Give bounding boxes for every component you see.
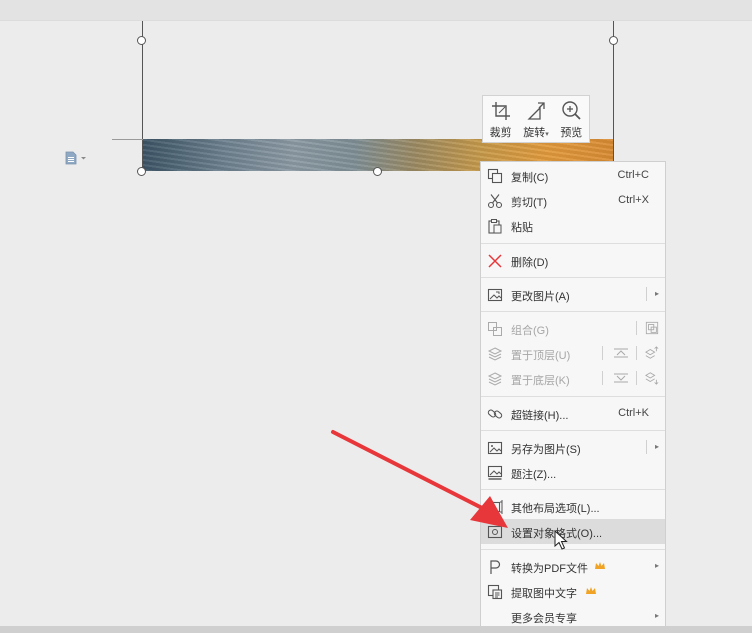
menu-separator	[481, 549, 665, 550]
anchor-line	[112, 139, 143, 140]
menu-item-divider	[636, 346, 637, 360]
menu-item-bring-to-front: 置于顶层(U)	[481, 341, 665, 366]
menu-shortcut: Ctrl+C	[617, 169, 649, 181]
bring-top-icon	[645, 346, 659, 359]
menu-item-other-layout[interactable]: 其他布局选项(L)...	[481, 494, 665, 519]
menu-separator	[481, 277, 665, 278]
menu-label: 转换为PDF文件	[511, 563, 588, 575]
picture-mini-toolbar: 裁剪 旋转▾ 预览	[482, 95, 590, 143]
save-picture-icon	[487, 441, 503, 455]
format-object-icon	[487, 525, 503, 539]
menu-item-save-as-picture[interactable]: 另存为图片(S) ▸	[481, 435, 665, 460]
menu-item-divider	[602, 371, 603, 385]
menu-label: 超链接(H)...	[511, 410, 569, 422]
menu-item-paste[interactable]: 粘贴	[481, 213, 665, 238]
rotate-caret-icon: ▾	[545, 131, 549, 138]
menu-shortcut: Ctrl+X	[618, 194, 649, 206]
submenu-arrow-icon: ▸	[654, 561, 659, 570]
window-bottom-bar	[0, 626, 752, 633]
menu-label: 置于顶层(U)	[511, 350, 571, 362]
zoom-in-icon	[562, 101, 581, 120]
menu-item-divider	[646, 287, 647, 301]
window-top-bar	[0, 0, 752, 21]
resize-handle-top-right[interactable]	[609, 36, 618, 45]
layers-down-icon	[487, 372, 503, 386]
document-icon[interactable]	[64, 151, 88, 165]
menu-item-divider	[636, 321, 637, 335]
menu-label: 更多会员专享	[511, 613, 577, 625]
menu-item-divider	[646, 440, 647, 454]
pdf-icon	[490, 560, 501, 574]
menu-item-divider	[636, 371, 637, 385]
copy-icon	[487, 168, 503, 184]
caption-icon	[487, 465, 503, 480]
menu-item-copy[interactable]: 复制(C) Ctrl+C	[481, 163, 665, 188]
layers-up-icon	[487, 347, 503, 361]
ocr-icon	[487, 584, 503, 600]
menu-label: 组合(G)	[511, 325, 549, 337]
paste-icon	[488, 219, 502, 234]
resize-handle-bottom-center[interactable]	[373, 167, 382, 176]
menu-shortcut: Ctrl+K	[618, 407, 649, 419]
rotate-button[interactable]: 旋转▾	[518, 96, 553, 142]
rotate-label-wrap: 旋转▾	[523, 124, 549, 140]
menu-item-convert-pdf[interactable]: 转换为PDF文件 ▸	[481, 554, 665, 579]
crown-icon	[586, 587, 596, 594]
menu-item-format-object[interactable]: 设置对象格式(O)...	[481, 519, 665, 544]
layout-options-icon	[487, 500, 503, 514]
submenu-arrow-icon: ▸	[654, 289, 659, 298]
menu-item-group: 组合(G)	[481, 316, 665, 341]
menu-separator	[481, 430, 665, 431]
menu-separator	[481, 396, 665, 397]
menu-item-caption[interactable]: 题注(Z)...	[481, 460, 665, 485]
submenu-arrow-icon: ▸	[654, 442, 659, 451]
menu-item-delete[interactable]: 删除(D)	[481, 248, 665, 273]
crop-icon	[491, 102, 510, 120]
menu-item-hyperlink[interactable]: 超链接(H)... Ctrl+K	[481, 401, 665, 426]
resize-handle-top-left[interactable]	[137, 36, 146, 45]
rotate-icon	[527, 102, 545, 120]
context-menu: 复制(C) Ctrl+C 剪切(T) Ctrl+X 粘贴 删除(D) 更改图片(…	[480, 161, 666, 631]
menu-item-cut[interactable]: 剪切(T) Ctrl+X	[481, 188, 665, 213]
send-backward-icon	[614, 373, 628, 383]
preview-button[interactable]: 预览	[554, 96, 589, 142]
menu-item-send-to-back: 置于底层(K)	[481, 366, 665, 391]
menu-label: 另存为图片(S)	[511, 444, 581, 456]
menu-label: 剪切(T)	[511, 197, 548, 209]
link-icon	[487, 409, 503, 419]
scissors-icon	[487, 194, 503, 209]
menu-item-extract-text[interactable]: 提取图中文字	[481, 579, 665, 604]
mouse-cursor-icon	[554, 530, 568, 550]
menu-label: 删除(D)	[511, 257, 549, 269]
bring-forward-icon	[614, 348, 628, 358]
menu-label: 更改图片(A)	[511, 291, 570, 303]
submenu-arrow-icon: ▸	[654, 611, 659, 620]
send-bottom-icon	[645, 372, 659, 385]
menu-label: 题注(Z)...	[511, 469, 557, 481]
menu-item-divider	[602, 346, 603, 360]
menu-label: 置于底层(K)	[511, 375, 570, 387]
menu-separator	[481, 311, 665, 312]
menu-separator	[481, 243, 665, 244]
crown-icon	[595, 562, 605, 569]
preview-label: 预览	[560, 127, 583, 139]
menu-label: 其他布局选项(L)...	[511, 503, 600, 515]
menu-label: 提取图中文字	[511, 588, 577, 600]
crop-button[interactable]: 裁剪	[483, 96, 518, 142]
rotate-label: 旋转	[523, 127, 546, 139]
change-picture-icon	[487, 288, 503, 302]
group-icon	[488, 322, 502, 336]
crop-label: 裁剪	[489, 127, 512, 139]
menu-label: 粘贴	[511, 222, 533, 234]
menu-label: 复制(C)	[511, 172, 549, 184]
menu-separator	[481, 489, 665, 490]
group-quick-icon	[645, 321, 659, 335]
menu-item-change-picture[interactable]: 更改图片(A) ▸	[481, 282, 665, 307]
resize-handle-bottom-left[interactable]	[137, 167, 146, 176]
delete-x-icon	[488, 254, 502, 268]
